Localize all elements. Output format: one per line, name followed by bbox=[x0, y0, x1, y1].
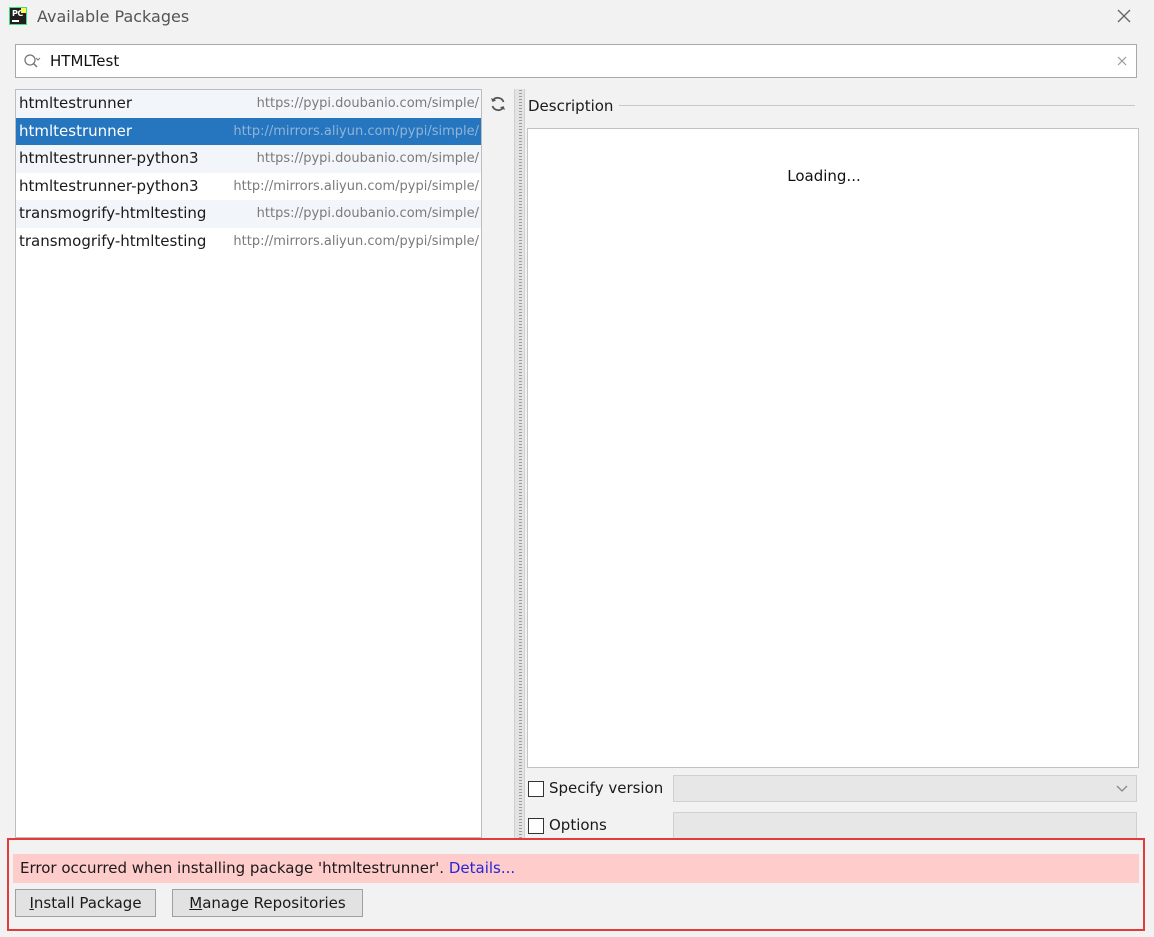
options-checkbox[interactable] bbox=[528, 818, 544, 834]
install-package-button[interactable]: Install Package bbox=[15, 889, 156, 917]
package-name: htmltestrunner bbox=[19, 94, 133, 112]
options-label: Options bbox=[549, 816, 607, 834]
package-row[interactable]: transmogrify-htmltesting http://mirrors.… bbox=[16, 228, 481, 256]
version-select[interactable] bbox=[673, 775, 1137, 802]
package-repo: http://mirrors.aliyun.com/pypi/simple/ bbox=[233, 233, 479, 249]
panel-splitter[interactable] bbox=[514, 89, 525, 838]
details-link[interactable]: Details... bbox=[449, 859, 515, 877]
package-name: htmltestrunner-python3 bbox=[19, 149, 199, 167]
package-search-field[interactable]: HTMLTest bbox=[15, 44, 1137, 78]
description-panel: Loading... bbox=[527, 128, 1139, 768]
package-row-selected[interactable]: htmltestrunner http://mirrors.aliyun.com… bbox=[16, 117, 481, 145]
specify-version-label: Specify version bbox=[549, 779, 664, 797]
package-row[interactable]: htmltestrunner-python3 http://mirrors.al… bbox=[16, 173, 481, 201]
pycharm-app-icon: PC bbox=[9, 7, 27, 25]
package-repo: https://pypi.doubanio.com/simple/ bbox=[256, 151, 479, 166]
loading-text: Loading... bbox=[787, 167, 861, 185]
close-icon[interactable] bbox=[1114, 6, 1134, 26]
package-name: transmogrify-htmltesting bbox=[19, 231, 207, 250]
package-repo: https://pypi.doubanio.com/simple/ bbox=[256, 206, 479, 221]
package-repo: http://mirrors.aliyun.com/pypi/simple/ bbox=[233, 123, 479, 139]
package-row[interactable]: htmltestrunner https://pypi.doubanio.com… bbox=[16, 90, 481, 118]
options-input[interactable] bbox=[673, 812, 1137, 840]
clear-search-icon[interactable] bbox=[1116, 55, 1128, 67]
refresh-icon[interactable] bbox=[489, 95, 507, 113]
package-name: transmogrify-htmltesting bbox=[19, 204, 207, 222]
search-icon bbox=[24, 54, 41, 68]
specify-version-checkbox[interactable] bbox=[528, 781, 544, 797]
window-title: Available Packages bbox=[37, 7, 190, 26]
error-message-line: Error occurred when installing package '… bbox=[20, 859, 515, 877]
chevron-down-icon bbox=[1116, 785, 1128, 792]
package-repo: https://pypi.doubanio.com/simple/ bbox=[256, 96, 479, 111]
package-repo: http://mirrors.aliyun.com/pypi/simple/ bbox=[233, 178, 479, 194]
status-footer-highlight: Error occurred when installing package '… bbox=[7, 838, 1145, 931]
description-label: Description bbox=[528, 97, 614, 115]
search-input[interactable]: HTMLTest bbox=[50, 52, 119, 70]
title-bar: PC Available Packages bbox=[0, 0, 1154, 34]
error-message: Error occurred when installing package '… bbox=[20, 859, 445, 877]
manage-repositories-button[interactable]: Manage Repositories bbox=[172, 889, 363, 917]
package-row[interactable]: htmltestrunner-python3 https://pypi.doub… bbox=[16, 145, 481, 173]
package-list[interactable]: htmltestrunner https://pypi.doubanio.com… bbox=[15, 89, 482, 838]
package-name: htmltestrunner-python3 bbox=[19, 176, 199, 195]
package-name: htmltestrunner bbox=[19, 121, 133, 140]
description-separator bbox=[619, 105, 1135, 106]
error-banner: Error occurred when installing package '… bbox=[13, 854, 1139, 883]
package-row[interactable]: transmogrify-htmltesting https://pypi.do… bbox=[16, 200, 481, 228]
